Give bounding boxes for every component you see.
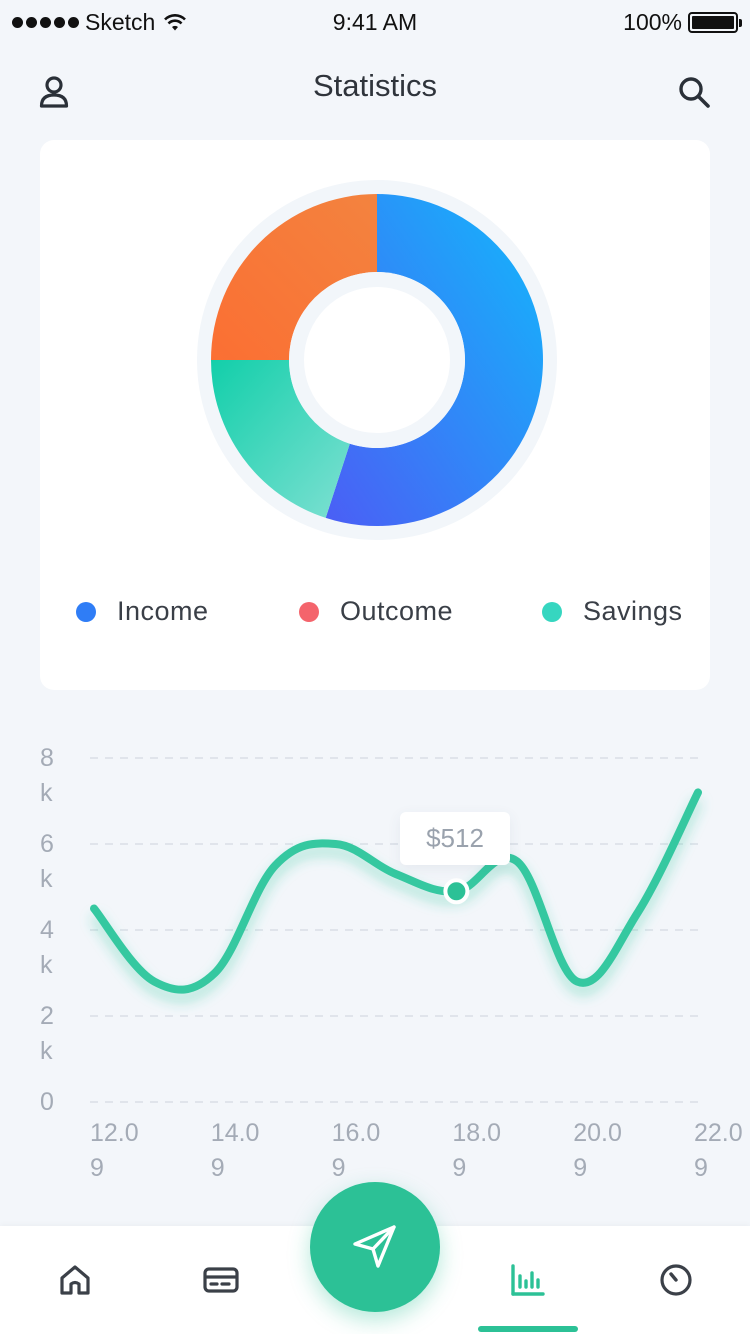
status-bar: Sketch 9:41 AM 100% bbox=[0, 0, 750, 44]
x-tick-label: 14.09 bbox=[210, 1119, 260, 1182]
y-tick-label: 4k bbox=[40, 916, 54, 979]
tab-overview[interactable] bbox=[654, 1258, 698, 1302]
legend-dot-income bbox=[76, 601, 96, 622]
legend-item-income: Income bbox=[76, 596, 209, 627]
legend-dot-outcome bbox=[299, 601, 319, 622]
battery-percent: 100% bbox=[623, 9, 682, 35]
battery-icon bbox=[688, 12, 742, 33]
tab-statistics[interactable] bbox=[506, 1258, 550, 1302]
x-tick-label: 18.09 bbox=[452, 1119, 502, 1182]
legend-label-savings: Savings bbox=[583, 596, 683, 626]
x-tick-label: 12.09 bbox=[90, 1119, 139, 1182]
gauge-icon bbox=[660, 1264, 692, 1296]
legend-dot-savings bbox=[542, 601, 562, 622]
send-button[interactable] bbox=[310, 1182, 440, 1312]
x-tick-label: 22.09 bbox=[694, 1119, 743, 1182]
profile-button[interactable] bbox=[34, 72, 74, 112]
search-button[interactable] bbox=[674, 72, 714, 112]
y-tick-label: 8k bbox=[40, 744, 54, 807]
value-tooltip: $512 bbox=[400, 812, 510, 865]
home-icon bbox=[60, 1265, 90, 1295]
y-tick-label: 0 bbox=[40, 1088, 54, 1116]
search-icon bbox=[679, 77, 710, 108]
page-title: Statistics bbox=[312, 68, 438, 103]
trend-chart: 8k 6k 4k 2k 0 12.09 14.09 16.09 18.09 20.09 22.09… bbox=[0, 730, 750, 1200]
legend-item-outcome: Outcome bbox=[299, 596, 453, 627]
send-icon bbox=[353, 1225, 396, 1268]
y-tick-label: 6k bbox=[40, 830, 54, 893]
series-line bbox=[90, 788, 702, 994]
legend-label-income: Income bbox=[117, 596, 209, 626]
summary-card: Income Outcome Savings bbox=[40, 140, 710, 690]
chart-legend: Income Outcome Savings bbox=[40, 596, 710, 636]
header: Statistics bbox=[0, 60, 750, 140]
bar-chart-icon bbox=[511, 1264, 545, 1296]
legend-item-savings: Savings bbox=[542, 596, 683, 627]
user-icon bbox=[39, 76, 69, 108]
active-tab-indicator bbox=[478, 1326, 578, 1332]
battery-status: 100% bbox=[623, 9, 742, 36]
card-icon bbox=[203, 1267, 239, 1293]
tab-home[interactable] bbox=[53, 1258, 97, 1302]
tab-cards[interactable] bbox=[199, 1258, 243, 1302]
x-tick-label: 16.09 bbox=[331, 1119, 381, 1182]
y-tick-label: 2k bbox=[40, 1002, 54, 1065]
legend-label-outcome: Outcome bbox=[340, 596, 454, 626]
highlight-point[interactable] bbox=[443, 878, 470, 905]
donut-chart bbox=[197, 180, 557, 540]
x-tick-label: 20.09 bbox=[573, 1119, 622, 1182]
